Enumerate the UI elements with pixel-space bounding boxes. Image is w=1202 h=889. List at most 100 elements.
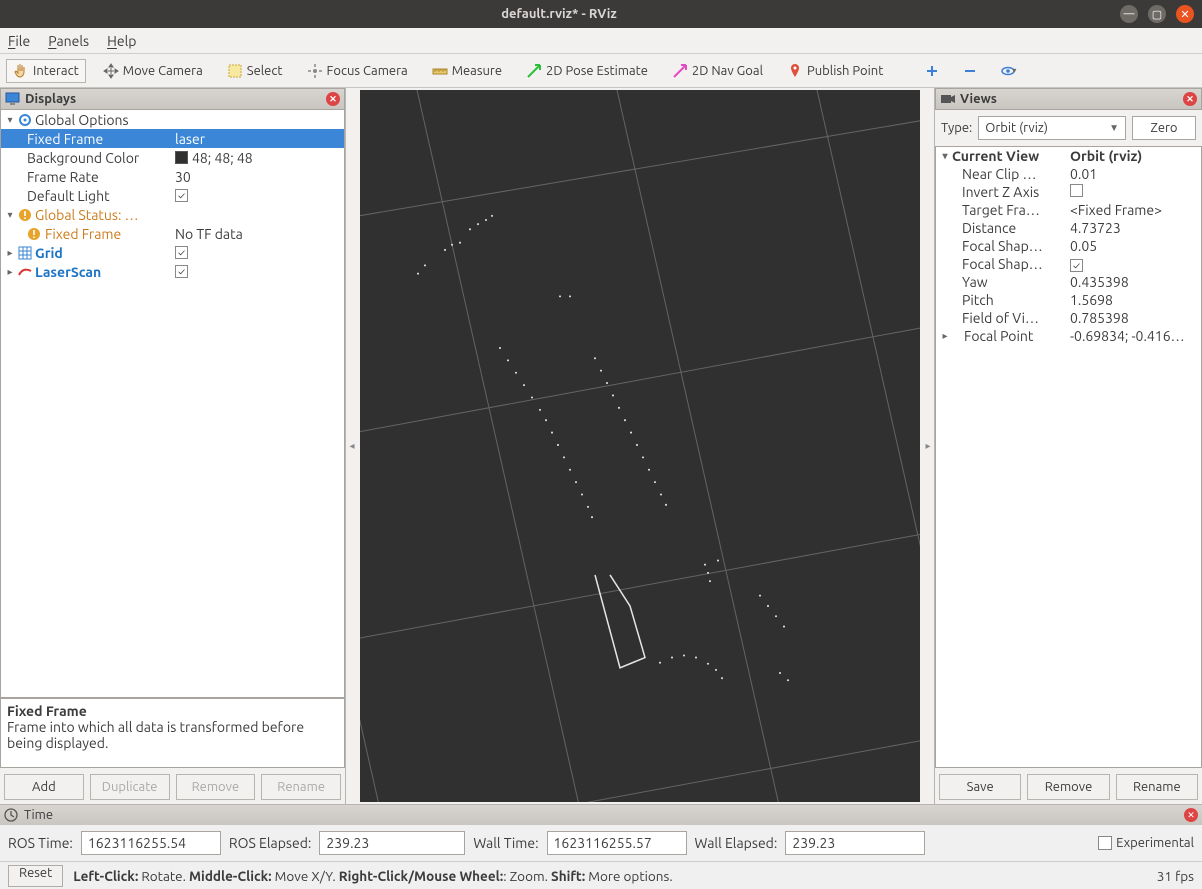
close-button[interactable]: ✕ [1176, 5, 1194, 23]
hand-icon [13, 63, 29, 79]
tree-frame-rate[interactable]: Frame Rate 30 [1, 167, 344, 186]
save-button[interactable]: Save [939, 774, 1021, 800]
displays-tree[interactable]: ▾ Global Options Fixed Frame laser Backg… [0, 110, 345, 698]
time-header[interactable]: Time ✕ [0, 805, 1202, 825]
status-bar: Reset Left-Click: Rotate. Middle-Click: … [0, 861, 1202, 889]
panel-handle-right[interactable]: ▸ [922, 88, 934, 804]
wall-elapsed-label: Wall Elapsed: [695, 835, 778, 851]
ros-elapsed-label: ROS Elapsed: [229, 835, 312, 851]
rename-view-button[interactable]: Rename [1116, 774, 1198, 800]
wall-time-label: Wall Time: [473, 835, 538, 851]
tree-status-fixed-frame[interactable]: Fixed Frame No TF data [1, 224, 344, 243]
ros-elapsed-field[interactable]: 239.23 [319, 831, 465, 855]
tree-fixed-frame[interactable]: Fixed Frame laser [1, 129, 344, 148]
tree-global-status[interactable]: ▾ Global Status: … [1, 205, 344, 224]
view-target-frame[interactable]: Target Fra…<Fixed Frame> [936, 201, 1201, 219]
panel-handle-left[interactable]: ◂ [346, 88, 358, 804]
3d-viewport[interactable] [360, 90, 920, 802]
wall-elapsed-field[interactable]: 239.23 [785, 831, 925, 855]
close-panel-icon[interactable]: ✕ [326, 92, 340, 106]
wall-time-field[interactable]: 1623116255.57 [547, 831, 687, 855]
camera-icon [940, 92, 956, 106]
eye-icon[interactable]: ▾ [1000, 63, 1016, 79]
checkbox[interactable]: ✓ [175, 246, 188, 259]
clock-icon [4, 808, 20, 822]
titlebar: default.rviz* - RViz — ▢ ✕ [0, 0, 1202, 28]
warn-icon [18, 208, 32, 222]
view-focal-point[interactable]: ▸Focal Point-0.69834; -0.416… [936, 327, 1201, 345]
description-box: Fixed Frame Frame into which all data is… [0, 698, 345, 768]
remove-view-button[interactable]: Remove [1027, 774, 1109, 800]
chevron-down-icon: ▼ [1109, 122, 1119, 134]
view-fov[interactable]: Field of Vi…0.785398 [936, 309, 1201, 327]
view-focal-shape-fixed[interactable]: Focal Shap…✓ [936, 255, 1201, 273]
view-yaw[interactable]: Yaw0.435398 [936, 273, 1201, 291]
view-current[interactable]: ▾Current ViewOrbit (rviz) [936, 147, 1201, 165]
tool-select[interactable]: Select [220, 59, 290, 83]
window-title: default.rviz* - RViz [8, 7, 1110, 21]
arrow-pink-icon [672, 63, 688, 79]
duplicate-button: Duplicate [90, 774, 170, 800]
add-button[interactable]: Add [4, 774, 84, 800]
tree-global-options[interactable]: ▾ Global Options [1, 110, 344, 129]
rename-button: Rename [261, 774, 341, 800]
tree-default-light[interactable]: Default Light ✓ [1, 186, 344, 205]
pin-icon [787, 63, 803, 79]
tree-grid[interactable]: ▸ Grid ✓ [1, 243, 344, 262]
close-panel-icon[interactable]: ✕ [1184, 808, 1198, 822]
checkbox[interactable] [1070, 184, 1083, 197]
minimize-button[interactable]: — [1120, 5, 1138, 23]
tree-background-color[interactable]: Background Color 48; 48; 48 [1, 148, 344, 167]
view-focal-shape-size[interactable]: Focal Shap…0.05 [936, 237, 1201, 255]
view-invert-z[interactable]: Invert Z Axis [936, 183, 1201, 201]
remove-button: Remove [176, 774, 256, 800]
tool-measure[interactable]: Measure [425, 59, 509, 83]
view-pitch[interactable]: Pitch1.5698 [936, 291, 1201, 309]
move-icon [103, 63, 119, 79]
view-near-clip[interactable]: Near Clip …0.01 [936, 165, 1201, 183]
maximize-button[interactable]: ▢ [1148, 5, 1166, 23]
tool-2d-nav-goal[interactable]: 2D Nav Goal [665, 59, 770, 83]
tree-laserscan[interactable]: ▸ LaserScan ✓ [1, 262, 344, 281]
tool-publish-point[interactable]: Publish Point [780, 59, 890, 83]
monitor-icon [5, 92, 21, 106]
arrow-green-icon [526, 63, 542, 79]
displays-panel: Displays ✕ ▾ Global Options Fixed Frame … [0, 88, 346, 804]
menu-file[interactable]: File [8, 33, 30, 49]
tool-focus-camera[interactable]: Focus Camera [300, 59, 415, 83]
checkbox[interactable] [1098, 836, 1112, 850]
laser-icon [18, 265, 32, 279]
viewport-container: ◂ [346, 88, 934, 804]
close-panel-icon[interactable]: ✕ [1183, 92, 1197, 106]
views-tree[interactable]: ▾Current ViewOrbit (rviz) Near Clip …0.0… [935, 146, 1202, 768]
checkbox[interactable]: ✓ [175, 189, 188, 202]
color-swatch [175, 151, 188, 164]
tool-2d-pose-estimate[interactable]: 2D Pose Estimate [519, 59, 655, 83]
warn-icon [27, 227, 41, 241]
checkbox[interactable]: ✓ [175, 265, 188, 278]
time-panel: Time ✕ ROS Time: 1623116255.54 ROS Elaps… [0, 804, 1202, 861]
reset-button[interactable]: Reset [8, 865, 63, 887]
minus-icon[interactable] [962, 63, 978, 79]
grid-icon [18, 246, 32, 260]
tool-interact[interactable]: Interact [6, 59, 86, 83]
menu-bar: File Panels Help [0, 28, 1202, 54]
fps-label: 31 fps [1157, 868, 1194, 884]
menu-help[interactable]: Help [107, 33, 136, 49]
type-combo[interactable]: Orbit (rviz)▼ [978, 116, 1126, 140]
menu-panels[interactable]: Panels [48, 33, 89, 49]
views-header[interactable]: Views ✕ [935, 88, 1202, 110]
experimental-checkbox[interactable]: Experimental [1098, 836, 1194, 850]
ros-time-label: ROS Time: [8, 835, 73, 851]
checkbox[interactable]: ✓ [1070, 259, 1083, 272]
toolbar: Interact Move Camera Select Focus Camera… [0, 54, 1202, 88]
view-distance[interactable]: Distance4.73723 [936, 219, 1201, 237]
ros-time-field[interactable]: 1623116255.54 [81, 831, 221, 855]
status-help-text: Left-Click: Rotate. Middle-Click: Move X… [73, 868, 673, 884]
tool-move-camera[interactable]: Move Camera [96, 59, 210, 83]
select-icon [227, 63, 243, 79]
displays-header[interactable]: Displays ✕ [0, 88, 345, 110]
plus-icon[interactable] [924, 63, 940, 79]
gear-icon [18, 113, 32, 127]
zero-button[interactable]: Zero [1132, 116, 1196, 140]
